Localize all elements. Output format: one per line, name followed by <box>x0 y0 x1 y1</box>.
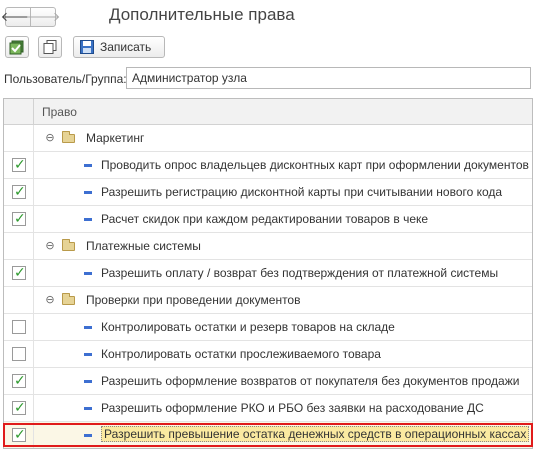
check-icon: ✓ <box>14 156 26 172</box>
copy-icon <box>43 40 57 54</box>
right-checkbox[interactable]: ✓ <box>12 264 26 280</box>
right-label: Разрешить оформление возвратов от покупа… <box>101 374 520 388</box>
right-label[interactable]: Разрешить превышение остатка денежных ср… <box>101 426 530 442</box>
page-title: Дополнительные права <box>109 5 295 24</box>
table-row-group[interactable]: ⊖ Проверки при проведении документов <box>4 287 532 314</box>
checkbox-cell <box>4 125 34 151</box>
checkbox-cell: ✓ <box>4 368 34 394</box>
checkbox-cell: ✓ <box>4 179 34 205</box>
collapse-icon[interactable]: ⊖ <box>45 240 55 252</box>
checkbox-column-header <box>4 99 34 124</box>
rights-table: Право ⊖ Маркетинг ✓ Проводить опрос влад… <box>3 98 533 449</box>
right-checkbox[interactable]: ✓ <box>12 426 26 442</box>
forward-button[interactable]: 🡒 <box>26 7 60 27</box>
table-row[interactable]: ✓ Разрешить регистрацию дисконтной карты… <box>4 179 532 206</box>
checkbox-cell <box>4 314 34 340</box>
right-checkbox[interactable]: ✓ <box>12 183 26 199</box>
check-icon: ✓ <box>14 426 26 442</box>
checkbox-cell <box>4 233 34 259</box>
group-label: Маркетинг <box>86 131 145 145</box>
arrow-right-icon: 🡒 <box>25 9 61 24</box>
right-checkbox[interactable]: ✓ <box>12 210 26 226</box>
right-checkbox[interactable]: ✓ <box>12 399 26 415</box>
right-label: Проводить опрос владельцев дисконтных ка… <box>101 158 529 172</box>
right-checkbox[interactable] <box>12 347 26 361</box>
checkbox-cell <box>4 341 34 367</box>
save-and-close-button[interactable] <box>5 36 29 58</box>
item-marker-icon <box>84 164 92 167</box>
check-icon: ✓ <box>14 264 26 280</box>
item-marker-icon <box>84 218 92 221</box>
folder-icon <box>62 131 75 143</box>
checkbox-cell <box>4 287 34 313</box>
table-row-selected[interactable]: ✓ Разрешить превышение остатка денежных … <box>4 422 532 448</box>
item-marker-icon <box>84 326 92 329</box>
save-button-label: Записать <box>100 40 152 54</box>
checkbox-cell: ✓ <box>4 422 34 448</box>
save-button[interactable]: Записать <box>73 36 165 58</box>
check-icon: ✓ <box>14 372 26 388</box>
table-row-group[interactable]: ⊖ Платежные системы <box>4 233 532 260</box>
right-checkbox[interactable]: ✓ <box>12 156 26 172</box>
table-row[interactable]: ✓ Проводить опрос владельцев дисконтных … <box>4 152 532 179</box>
item-marker-icon <box>84 380 92 383</box>
collapse-icon[interactable]: ⊖ <box>45 294 55 306</box>
copy-button[interactable] <box>38 36 62 58</box>
right-label: Контролировать остатки прослеживаемого т… <box>101 347 381 361</box>
checkbox-cell: ✓ <box>4 152 34 178</box>
folder-icon <box>62 293 75 305</box>
checkbox-cell: ✓ <box>4 395 34 421</box>
right-label: Разрешить регистрацию дисконтной карты п… <box>101 185 503 199</box>
table-header: Право <box>4 99 532 125</box>
table-row[interactable]: ✓ Разрешить оформление возвратов от поку… <box>4 368 532 395</box>
item-marker-icon <box>84 272 92 275</box>
table-row[interactable]: ✓ Разрешить оплату / возврат без подтвер… <box>4 260 532 287</box>
item-marker-icon <box>84 191 92 194</box>
collapse-icon[interactable]: ⊖ <box>45 132 55 144</box>
right-label: Расчет скидок при каждом редактировании … <box>101 212 429 226</box>
item-marker-icon <box>84 434 92 437</box>
right-checkbox[interactable]: ✓ <box>12 372 26 388</box>
checkbox-cell: ✓ <box>4 206 34 232</box>
item-marker-icon <box>84 353 92 356</box>
right-checkbox[interactable] <box>12 320 26 334</box>
table-row-group[interactable]: ⊖ Маркетинг <box>4 125 532 152</box>
check-icon: ✓ <box>14 183 26 199</box>
table-row[interactable]: Контролировать остатки прослеживаемого т… <box>4 341 532 368</box>
group-label: Проверки при проведении документов <box>86 293 301 307</box>
table-row[interactable]: ✓ Расчет скидок при каждом редактировани… <box>4 206 532 233</box>
right-label: Контролировать остатки и резерв товаров … <box>101 320 395 334</box>
check-icon: ✓ <box>14 399 26 415</box>
check-icon: ✓ <box>14 210 26 226</box>
save-and-close-icon <box>9 40 24 55</box>
group-label: Платежные системы <box>86 239 201 253</box>
right-label: Разрешить оформление РКО и РБО без заявк… <box>101 401 484 415</box>
item-marker-icon <box>84 407 92 410</box>
table-row[interactable]: ✓ Разрешить оформление РКО и РБО без зая… <box>4 395 532 422</box>
checkbox-cell: ✓ <box>4 260 34 286</box>
table-row[interactable]: Контролировать остатки и резерв товаров … <box>4 314 532 341</box>
user-group-field[interactable]: Администратор узла <box>126 67 531 89</box>
folder-icon <box>62 239 75 251</box>
right-label: Разрешить оплату / возврат без подтвержд… <box>101 266 499 280</box>
user-group-label: Пользователь/Группа: <box>4 72 127 86</box>
floppy-disk-icon <box>80 40 94 54</box>
column-header-right[interactable]: Право <box>42 105 77 119</box>
